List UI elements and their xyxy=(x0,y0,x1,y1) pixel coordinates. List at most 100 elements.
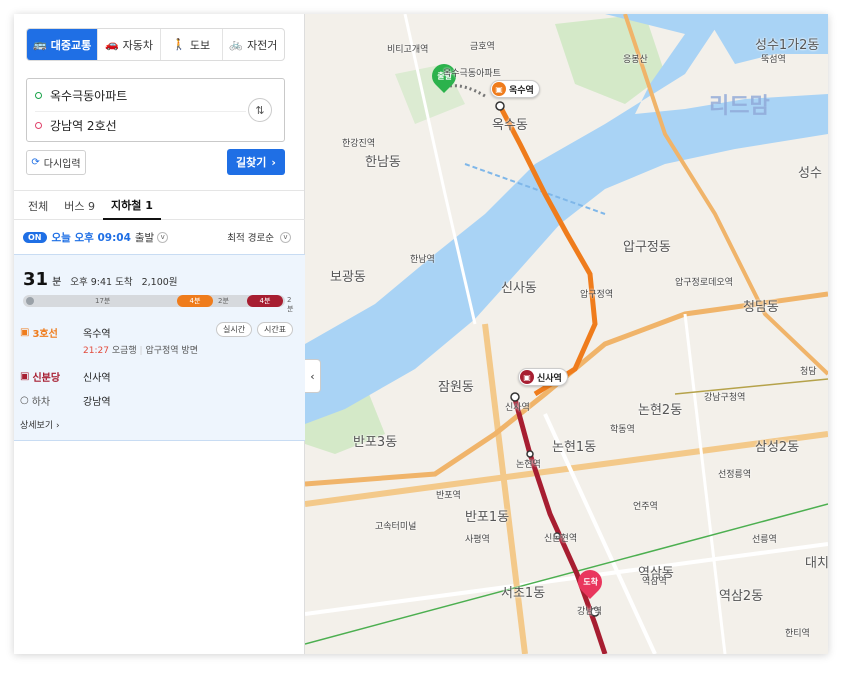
reset-button[interactable]: ⟳ 다시입력 xyxy=(26,150,86,175)
map-label: 신사역 xyxy=(505,403,530,413)
map-label: 서초1동 xyxy=(501,586,546,601)
mode-walk[interactable]: 🚶 도보 xyxy=(159,29,222,60)
mode-car[interactable]: 🚗 자동차 xyxy=(97,29,159,60)
station-name: 강남역 xyxy=(83,397,111,408)
map-label: 성수 xyxy=(798,166,822,181)
map-label: 뚝섬역 xyxy=(761,55,786,65)
walk-segment-label: 17분 xyxy=(95,297,111,305)
walk-icon xyxy=(26,297,34,305)
map-label: 한남동 xyxy=(365,155,401,170)
detail-link[interactable]: 상세보기 › xyxy=(20,418,60,431)
subway-icon: ▣ xyxy=(20,371,30,382)
map-label: 압구정로데오역 xyxy=(675,278,733,288)
walk-end-label: 2분 xyxy=(287,296,294,313)
map-view[interactable]: 리드맘 출발 도착 ▣ 옥수역 ▣ 신사역 금호역 비티고개역 옥수극동아파트 … xyxy=(305,14,828,654)
route-summary: 31 분 오후 9:41 도착 2,100원 xyxy=(23,269,178,290)
station-tag-label: 옥수역 xyxy=(509,85,534,96)
train-destination: 오금행 xyxy=(111,346,137,356)
search-label: 길찾기 xyxy=(236,156,267,169)
map-label: 학동역 xyxy=(610,425,635,435)
map-label: 청담 xyxy=(800,367,817,377)
subway-icon: ▣ xyxy=(520,370,534,384)
map-label: 잠원동 xyxy=(438,380,474,395)
map-label: 압구정동 xyxy=(623,240,671,255)
map-label: 비티고개역 xyxy=(387,45,429,55)
transfer-station-tag[interactable]: ▣ 신사역 xyxy=(518,368,568,386)
watermark-logo: 리드맘 xyxy=(709,94,770,119)
route-divider xyxy=(35,111,246,112)
duration-unit: 분 xyxy=(52,277,62,288)
app-frame: 🚌 대중교통 🚗 자동차 🚶 도보 🚲 자전거 옥수극동아파트 강남역 2호선 … xyxy=(14,14,828,654)
on-toggle[interactable]: ON xyxy=(23,231,47,243)
origin-field[interactable]: 옥수극동아파트 xyxy=(35,85,127,105)
map-label: 강남역 xyxy=(577,607,602,617)
mode-bike[interactable]: 🚲 자전거 xyxy=(221,29,284,60)
route-result-card[interactable]: 31 분 오후 9:41 도착 2,100원 17분 4분 2분 4분 2분 ▣… xyxy=(14,254,305,441)
map-label: 선정릉역 xyxy=(718,470,752,480)
result-filter-tabs: 전체 버스 9 지하철 1 xyxy=(14,192,305,220)
station-name: 옥수역 xyxy=(83,329,111,340)
map-label: 논현1동 xyxy=(552,440,597,455)
map-label: 역삼2동 xyxy=(719,589,764,604)
line-name: 하차 xyxy=(31,397,51,408)
search-route-button[interactable]: 길찾기 › xyxy=(227,149,285,175)
sort-dropdown[interactable]: 최적 경로순 v xyxy=(227,230,291,244)
fare: 2,100원 xyxy=(141,277,178,288)
mode-label: 자전거 xyxy=(247,38,278,52)
collapse-panel-button[interactable]: ‹ xyxy=(305,359,321,393)
map-label: 성수1가2동 xyxy=(755,38,820,53)
destination-dot-icon xyxy=(35,121,42,129)
map-label: 반포1동 xyxy=(465,510,510,525)
step-line-label: ▣ 신분당 xyxy=(20,369,60,384)
mode-transit[interactable]: 🚌 대중교통 xyxy=(27,29,98,60)
mode-label: 대중교통 xyxy=(50,38,92,52)
departure-time[interactable]: 오늘 오후 09:04 xyxy=(52,230,131,245)
station-tag-label: 신사역 xyxy=(537,373,562,384)
origin-value: 옥수극동아파트 xyxy=(50,88,128,103)
realtime-button[interactable]: 실시간 xyxy=(216,322,253,337)
subway-icon: ▣ xyxy=(492,82,506,96)
duration-value: 31 xyxy=(23,269,49,290)
chevron-right-icon: › xyxy=(271,155,276,169)
map-label: 신사동 xyxy=(501,281,537,296)
step-line-label: ▣ 3호선 xyxy=(20,325,58,340)
map-label: 사평역 xyxy=(465,535,490,545)
map-label: 논현2동 xyxy=(638,403,683,418)
map-label: 고속터미널 xyxy=(375,522,417,532)
route-input-box: 옥수극동아파트 강남역 2호선 ⇅ xyxy=(26,78,285,142)
map-label: 언주역 xyxy=(633,502,658,512)
transport-mode-tabs: 🚌 대중교통 🚗 자동차 🚶 도보 🚲 자전거 xyxy=(26,28,285,61)
tab-all[interactable]: 전체 xyxy=(14,192,56,220)
directions-panel: 🚌 대중교통 🚗 자동차 🚶 도보 🚲 자전거 옥수극동아파트 강남역 2호선 … xyxy=(14,14,305,654)
map-label: 옥수극동아파트 xyxy=(443,69,501,79)
destination-value: 강남역 2호선 xyxy=(50,118,117,133)
arrival-time: 오후 9:41 도착 xyxy=(70,277,133,288)
origin-dot-icon xyxy=(35,91,42,99)
timetable-button[interactable]: 시간표 xyxy=(257,322,294,337)
chevron-down-icon: v xyxy=(280,231,291,243)
train-time: 21:27 xyxy=(83,346,109,356)
line-name: 3호선 xyxy=(32,329,58,340)
chevron-down-icon[interactable]: v xyxy=(157,231,169,243)
origin-station-tag[interactable]: ▣ 옥수역 xyxy=(490,80,540,98)
walk-icon: 🚶 xyxy=(172,38,186,51)
swap-route-button[interactable]: ⇅ xyxy=(248,98,272,122)
step-line-label: ○ 하차 xyxy=(20,393,50,408)
train-direction: 압구정역 방면 xyxy=(145,346,198,356)
map-label: 삼성2동 xyxy=(755,440,800,455)
map-label: 금호역 xyxy=(470,42,495,52)
map-label: 응봉산 xyxy=(623,55,648,65)
subway-icon: ▣ xyxy=(20,327,30,338)
tab-subway[interactable]: 지하철 1 xyxy=(103,192,161,220)
map-label: 보광동 xyxy=(330,270,366,285)
departure-options: ON 오늘 오후 09:04 출발 v 최적 경로순 v xyxy=(14,226,305,248)
step-detail: 21:27 오금행 | 압구정역 방면 xyxy=(83,346,198,356)
map-label: 옥수동 xyxy=(492,118,528,133)
destination-field[interactable]: 강남역 2호선 xyxy=(35,115,117,135)
map-label: 역삼역 xyxy=(642,577,667,587)
map-label: 논현역 xyxy=(516,460,541,470)
mode-label: 자동차 xyxy=(122,38,154,52)
swap-icon: ⇅ xyxy=(255,103,265,117)
tab-bus[interactable]: 버스 9 xyxy=(56,192,103,220)
map-label: 한남역 xyxy=(410,255,435,265)
